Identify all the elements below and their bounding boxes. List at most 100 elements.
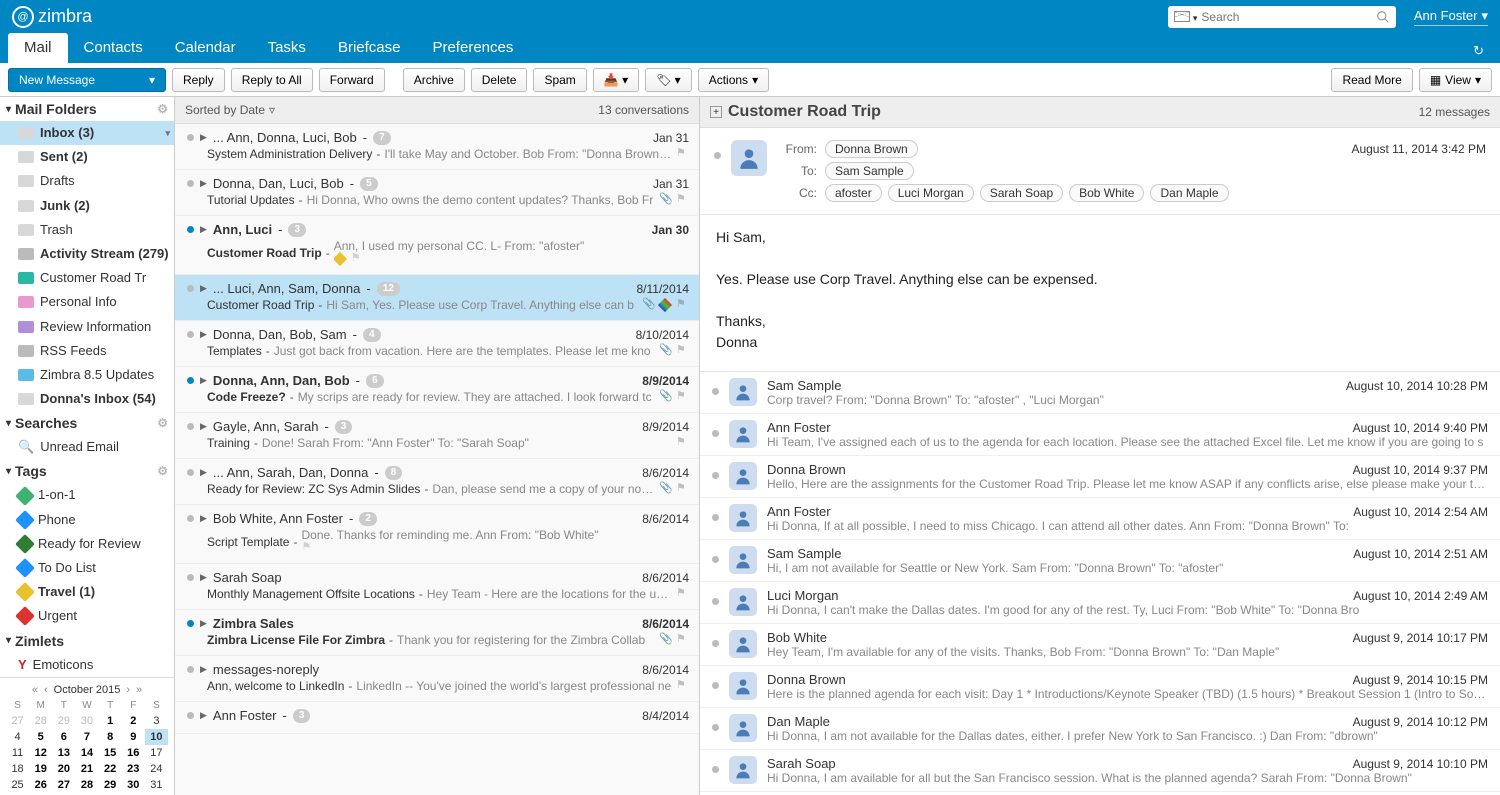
folder-item[interactable]: Review Information bbox=[0, 315, 174, 339]
cal-prev-year[interactable]: « bbox=[32, 684, 38, 696]
flag-icon[interactable] bbox=[676, 680, 689, 693]
tag-item[interactable]: Travel (1) bbox=[0, 580, 174, 604]
search-scope-caret[interactable] bbox=[1190, 9, 1198, 24]
conversation-row[interactable]: ▶ Gayle, Ann, Sarah -3 8/9/2014 Training… bbox=[175, 413, 699, 459]
archive-button[interactable]: Archive bbox=[403, 68, 465, 92]
folder-item[interactable]: Junk (2) bbox=[0, 194, 174, 218]
tab-briefcase[interactable]: Briefcase bbox=[322, 33, 417, 63]
conversation-row[interactable]: ▶ ... Ann, Sarah, Dan, Donna -8 8/6/2014… bbox=[175, 459, 699, 505]
conversation-row[interactable]: ▶ Donna, Dan, Luci, Bob -5 Jan 31 Tutori… bbox=[175, 170, 699, 216]
new-message-button[interactable]: New Message▾ bbox=[8, 68, 166, 92]
cal-prev-month[interactable]: ‹ bbox=[44, 684, 48, 696]
cal-day[interactable]: 14 bbox=[75, 745, 98, 761]
reply-all-button[interactable]: Reply to All bbox=[231, 68, 313, 92]
cc-chip[interactable]: Bob White bbox=[1069, 184, 1144, 202]
zimlets-header[interactable]: ▾Zimlets bbox=[0, 629, 174, 653]
cal-day[interactable]: 10 bbox=[145, 729, 168, 745]
cal-day[interactable]: 1 bbox=[99, 713, 122, 729]
cal-day[interactable]: 28 bbox=[29, 713, 52, 729]
expand-caret[interactable]: ▶ bbox=[200, 467, 207, 478]
spam-button[interactable]: Spam bbox=[533, 68, 586, 92]
tag-item[interactable]: To Do List bbox=[0, 556, 174, 580]
search-scope-icon[interactable] bbox=[1174, 11, 1190, 22]
folder-item[interactable]: Drafts bbox=[0, 169, 174, 193]
cal-next-year[interactable]: » bbox=[136, 684, 142, 696]
conversation-row[interactable]: ▶ Bob White, Ann Foster -2 8/6/2014 Scri… bbox=[175, 505, 699, 564]
conversation-thread[interactable]: Sam SampleAugust 10, 2014 10:28 PM Corp … bbox=[700, 372, 1500, 795]
tab-calendar[interactable]: Calendar bbox=[159, 33, 252, 63]
expand-caret[interactable]: ▶ bbox=[200, 224, 207, 235]
tab-mail[interactable]: Mail bbox=[8, 33, 68, 63]
flag-icon[interactable] bbox=[676, 588, 689, 601]
cal-day[interactable]: 19 bbox=[29, 761, 52, 777]
expand-caret[interactable]: ▶ bbox=[200, 710, 207, 721]
cal-day[interactable]: 29 bbox=[99, 777, 122, 793]
cal-day[interactable]: 18 bbox=[6, 761, 29, 777]
gear-icon[interactable]: ⚙ bbox=[157, 464, 168, 478]
move-menu[interactable]: 📥 ▾ bbox=[593, 68, 639, 92]
thread-message[interactable]: Ann FosterAugust 10, 2014 9:40 PM Hi Tea… bbox=[700, 414, 1500, 456]
folder-item[interactable]: Sent (2) bbox=[0, 145, 174, 169]
cal-day[interactable]: 24 bbox=[145, 761, 168, 777]
flag-icon[interactable] bbox=[301, 542, 314, 555]
expand-caret[interactable]: ▶ bbox=[200, 513, 207, 524]
search-item[interactable]: 🔍Unread Email bbox=[0, 435, 174, 459]
tag-item[interactable]: Urgent bbox=[0, 604, 174, 628]
gear-icon[interactable]: ⚙ bbox=[157, 102, 168, 116]
to-chip[interactable]: Sam Sample bbox=[825, 162, 914, 180]
global-search[interactable] bbox=[1168, 6, 1396, 28]
thread-message[interactable]: Donna BrownAugust 9, 2014 10:15 PM Here … bbox=[700, 666, 1500, 708]
forward-button[interactable]: Forward bbox=[319, 68, 385, 92]
flag-icon[interactable] bbox=[351, 253, 364, 266]
expand-caret[interactable]: ▶ bbox=[200, 178, 207, 189]
expand-caret[interactable]: ▶ bbox=[200, 664, 207, 675]
flag-icon[interactable] bbox=[676, 345, 689, 358]
folder-item[interactable]: RSS Feeds bbox=[0, 339, 174, 363]
cal-day[interactable]: 20 bbox=[52, 761, 75, 777]
conversation-row[interactable]: ▶ Donna, Dan, Bob, Sam -4 8/10/2014 Temp… bbox=[175, 321, 699, 367]
cal-day[interactable]: 11 bbox=[6, 745, 29, 761]
cal-day[interactable]: 7 bbox=[75, 729, 98, 745]
tab-preferences[interactable]: Preferences bbox=[416, 33, 529, 63]
conversation-row[interactable]: ▶ Donna, Ann, Dan, Bob -6 8/9/2014 Code … bbox=[175, 367, 699, 413]
cal-day[interactable]: 4 bbox=[6, 729, 29, 745]
tag-item[interactable]: Phone bbox=[0, 508, 174, 532]
tag-menu[interactable]: 🏷 ▾ bbox=[645, 68, 692, 92]
expand-caret[interactable]: ▶ bbox=[200, 572, 207, 583]
folder-item[interactable]: Personal Info bbox=[0, 290, 174, 314]
message-list[interactable]: ▶ ... Ann, Donna, Luci, Bob -7 Jan 31 Sy… bbox=[175, 124, 699, 795]
conversation-row[interactable]: ▶ messages-noreply 8/6/2014 Ann, welcome… bbox=[175, 656, 699, 702]
cal-day[interactable]: 13 bbox=[52, 745, 75, 761]
cc-chip[interactable]: Dan Maple bbox=[1150, 184, 1228, 202]
cal-day[interactable]: 28 bbox=[75, 777, 98, 793]
cal-day[interactable]: 29 bbox=[52, 713, 75, 729]
tag-item[interactable]: 1-on-1 bbox=[0, 483, 174, 507]
sort-button[interactable]: Sorted by Date ▿ bbox=[185, 103, 275, 117]
cal-day[interactable]: 2 bbox=[122, 713, 145, 729]
folder-item[interactable]: Customer Road Tr bbox=[0, 266, 174, 290]
cal-day[interactable]: 3 bbox=[145, 713, 168, 729]
conversation-row[interactable]: ▶ Sarah Soap 8/6/2014 Monthly Management… bbox=[175, 564, 699, 610]
cal-next-month[interactable]: › bbox=[126, 684, 130, 696]
delete-button[interactable]: Delete bbox=[471, 68, 528, 92]
from-chip[interactable]: Donna Brown bbox=[825, 140, 918, 158]
cal-day[interactable]: 15 bbox=[99, 745, 122, 761]
cal-day[interactable]: 25 bbox=[6, 777, 29, 793]
folder-item[interactable]: Inbox (3)▾ bbox=[0, 121, 174, 145]
cal-day[interactable]: 26 bbox=[29, 777, 52, 793]
conversation-row[interactable]: ▶ Ann, Luci -3 Jan 30 Customer Road Trip… bbox=[175, 216, 699, 275]
expand-caret[interactable]: ▶ bbox=[200, 375, 207, 386]
refresh-button[interactable]: ↻ bbox=[1465, 39, 1492, 63]
tag-item[interactable]: Ready for Review bbox=[0, 532, 174, 556]
flag-icon[interactable] bbox=[676, 391, 689, 404]
cal-title[interactable]: October 2015 bbox=[54, 684, 121, 696]
folder-item[interactable]: Activity Stream (279) bbox=[0, 242, 174, 266]
thread-message[interactable]: Ann FosterAugust 10, 2014 2:54 AM Hi Don… bbox=[700, 498, 1500, 540]
cal-day[interactable]: 27 bbox=[52, 777, 75, 793]
cal-day[interactable]: 9 bbox=[122, 729, 145, 745]
read-more-button[interactable]: Read More bbox=[1331, 68, 1412, 92]
folder-item[interactable]: Zimbra 8.5 Updates bbox=[0, 363, 174, 387]
zimlet-item[interactable]: YEmoticons bbox=[0, 653, 174, 677]
cal-day[interactable]: 30 bbox=[75, 713, 98, 729]
cal-day[interactable]: 22 bbox=[99, 761, 122, 777]
